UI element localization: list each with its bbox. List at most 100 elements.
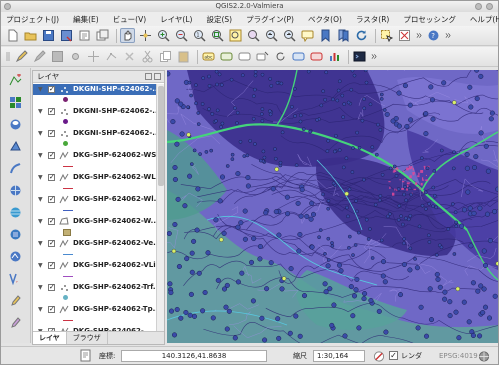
layer-row[interactable]: ▼ DKGNI-SHP-624062-... — [33, 106, 157, 117]
layer-row[interactable]: ▼ DKG-SHP-624062-WL... — [33, 172, 157, 183]
tab-layers[interactable]: レイヤ — [33, 332, 67, 344]
new-shapefile-icon[interactable] — [7, 292, 25, 309]
python-console-icon[interactable] — [352, 49, 367, 64]
print-composer-icon[interactable] — [77, 28, 92, 43]
menu-vector[interactable]: ベクタ(O) — [308, 14, 342, 25]
float-panel-icon[interactable] — [145, 73, 152, 80]
coordinate-field[interactable]: 140.3126,41.8638 — [121, 350, 267, 362]
add-wms-icon[interactable] — [7, 204, 25, 221]
label-properties-icon[interactable] — [309, 49, 324, 64]
menu-settings[interactable]: 設定(S) — [206, 14, 232, 25]
layer-row[interactable]: ▼ DKG-SHP-624062-Wl... — [33, 194, 157, 205]
delete-selected-icon[interactable] — [122, 49, 137, 64]
add-mssql-icon[interactable] — [7, 160, 25, 177]
scrollbar-thumb[interactable] — [158, 86, 164, 186]
layer-row[interactable]: ▼ DKGNI-SHP-624062-... — [33, 84, 157, 95]
copy-features-icon[interactable] — [158, 49, 173, 64]
layer-tree-scrollbar[interactable] — [156, 84, 164, 332]
add-raster-icon[interactable] — [7, 94, 25, 111]
tab-browser[interactable]: ブラウザ — [67, 332, 108, 344]
zoom-to-selection-icon[interactable] — [228, 28, 243, 43]
zoom-actual-size-icon[interactable]: 1 — [192, 28, 207, 43]
pan-to-selection-icon[interactable] — [138, 28, 153, 43]
toolbar-overflow-icon[interactable] — [370, 49, 378, 64]
rotate-label-icon[interactable] — [273, 49, 288, 64]
map-canvas[interactable] — [167, 70, 498, 343]
layer-row[interactable]: ▼ DKG-SHP-624062-Tp... — [33, 304, 157, 315]
expand-arrow-icon[interactable]: ▼ — [38, 216, 43, 227]
expand-arrow-icon[interactable]: ▼ — [38, 194, 43, 205]
expand-arrow-icon[interactable]: ▼ — [38, 106, 43, 117]
layer-visibility-checkbox[interactable] — [48, 238, 55, 249]
zoom-out-icon[interactable] — [174, 28, 189, 43]
stop-render-icon[interactable] — [373, 350, 385, 362]
save-project-icon[interactable] — [41, 28, 56, 43]
expand-arrow-icon[interactable]: ▼ — [38, 304, 43, 315]
layer-row[interactable]: ▼ DKG-SHP-624062-WS... — [33, 150, 157, 161]
show-bookmarks-icon[interactable] — [336, 28, 351, 43]
layer-visibility-checkbox[interactable] — [48, 150, 55, 161]
layer-visibility-checkbox[interactable] — [48, 282, 55, 293]
menu-project[interactable]: プロジェクト(J) — [6, 14, 59, 25]
toggle-editing-icon[interactable] — [32, 49, 47, 64]
zoom-last-icon[interactable] — [264, 28, 279, 43]
add-feature-icon[interactable] — [68, 49, 83, 64]
diagram-icon[interactable] — [327, 49, 342, 64]
pan-hand-icon[interactable] — [120, 28, 135, 43]
label-tool-icon[interactable]: abc — [201, 49, 216, 64]
map-tips-icon[interactable] — [300, 28, 315, 43]
menu-processing[interactable]: プロセッシング — [403, 14, 456, 25]
expand-arrow-icon[interactable]: ▼ — [38, 282, 43, 293]
expand-arrow-icon[interactable]: ▼ — [38, 84, 43, 95]
scale-field[interactable]: 1:30,164 — [313, 350, 365, 362]
expand-arrow-icon[interactable]: ▼ — [38, 260, 43, 271]
pin-labels-icon[interactable] — [219, 49, 234, 64]
layer-visibility-checkbox[interactable] — [48, 106, 55, 117]
close-panel-icon[interactable] — [154, 73, 161, 80]
crs-status[interactable]: EPSG:4019 — [439, 351, 478, 361]
change-label-icon[interactable] — [291, 49, 306, 64]
help-contents-icon[interactable]: ? — [426, 28, 441, 43]
layer-visibility-checkbox[interactable] — [48, 172, 55, 183]
add-spatialite-icon[interactable] — [7, 138, 25, 155]
expand-arrow-icon[interactable]: ▼ — [38, 238, 43, 249]
refresh-icon[interactable] — [354, 28, 369, 43]
zoom-to-layer-icon[interactable] — [246, 28, 261, 43]
layer-row[interactable]: ▼ DKG-SHP-624062-VLi... — [33, 260, 157, 271]
paste-features-icon[interactable] — [176, 49, 191, 64]
minimize-icon[interactable] — [475, 3, 482, 10]
menu-help[interactable]: ヘルプ(H) — [470, 14, 499, 25]
menu-plugins[interactable]: プラグイン(P) — [246, 14, 294, 25]
layer-row[interactable]: ▼ DKG-SHP-624062-Trf... — [33, 282, 157, 293]
menu-edit[interactable]: 編集(E) — [73, 14, 99, 25]
current-edits-icon[interactable] — [14, 49, 29, 64]
layer-visibility-checkbox[interactable] — [48, 194, 55, 205]
new-spatialite-icon[interactable] — [7, 314, 25, 331]
menu-view[interactable]: ビュー(V) — [113, 14, 146, 25]
window-menu-icon[interactable] — [4, 3, 11, 10]
add-oracle-icon[interactable] — [7, 182, 25, 199]
select-features-icon[interactable] — [379, 28, 394, 43]
expand-arrow-icon[interactable]: ▼ — [38, 128, 43, 139]
layer-visibility-checkbox[interactable] — [48, 216, 55, 227]
expand-arrow-icon[interactable]: ▼ — [38, 150, 43, 161]
move-label-icon[interactable] — [255, 49, 270, 64]
composer-manager-icon[interactable] — [95, 28, 110, 43]
show-labels-icon[interactable] — [237, 49, 252, 64]
move-feature-icon[interactable] — [86, 49, 101, 64]
layer-visibility-checkbox[interactable] — [48, 304, 55, 315]
add-vector-icon[interactable] — [7, 72, 25, 89]
crs-globe-icon[interactable] — [478, 350, 490, 362]
layer-row[interactable]: ▼ DKG-SHP-624062-Ve... — [33, 238, 157, 249]
menu-layer[interactable]: レイヤ(L) — [160, 14, 192, 25]
deselect-all-icon[interactable] — [397, 28, 412, 43]
node-tool-icon[interactable] — [104, 49, 119, 64]
save-as-icon[interactable] — [59, 28, 74, 43]
layer-visibility-checkbox[interactable] — [48, 128, 55, 139]
close-icon[interactable] — [486, 3, 493, 10]
add-wcs-icon[interactable] — [7, 226, 25, 243]
zoom-full-icon[interactable] — [210, 28, 225, 43]
new-bookmark-icon[interactable] — [318, 28, 333, 43]
add-delimited-icon[interactable]: , — [7, 270, 25, 287]
cut-features-icon[interactable] — [140, 49, 155, 64]
